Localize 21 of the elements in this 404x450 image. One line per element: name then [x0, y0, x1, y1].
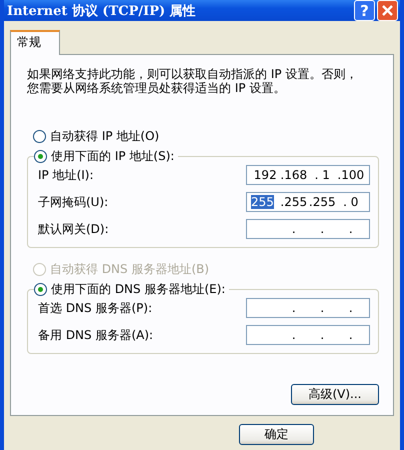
radio-option[interactable]: 使用下面的 DNS 服务器地址(E): [34, 280, 230, 298]
window-title: Internet 协议 (TCP/IP) 属性 [7, 2, 197, 20]
ip-address-field[interactable]: . . . [246, 298, 370, 318]
ip-address-field[interactable]: 192 .168 . 1 .100 [246, 165, 370, 185]
ip-address-field[interactable]: . . . [246, 325, 370, 345]
close-button[interactable] [377, 0, 398, 21]
field-label: 备用 DNS 服务器(A): [38, 326, 154, 344]
field-label: 子网掩码(U): [38, 194, 108, 210]
help-button[interactable]: ? [354, 0, 375, 21]
ok-button[interactable]: 确定 [239, 424, 314, 445]
field-label: 默认网关(D): [38, 220, 109, 238]
field-label: 首选 DNS 服务器(P): [38, 300, 152, 316]
ip-address-field[interactable]: . . . [246, 219, 370, 239]
field-label: IP 地址(I): [38, 166, 94, 184]
tab[interactable]: 常规 [10, 30, 60, 55]
close-icon [381, 4, 394, 17]
radio-option[interactable]: 自动获得 IP 地址(O) [33, 127, 379, 145]
advanced-button[interactable]: 高级(V)... [291, 384, 379, 405]
description-text: 如果网络支持此功能，则可以获取自动指派的 IP 设置。否则，您需要从网络系统管理员处获得适当的 IP 设置。 [27, 67, 358, 95]
ip-address-field[interactable]: 255 .255.255 . 0 [246, 192, 370, 212]
radio-option[interactable]: 使用下面的 IP 地址(S): [34, 147, 178, 165]
